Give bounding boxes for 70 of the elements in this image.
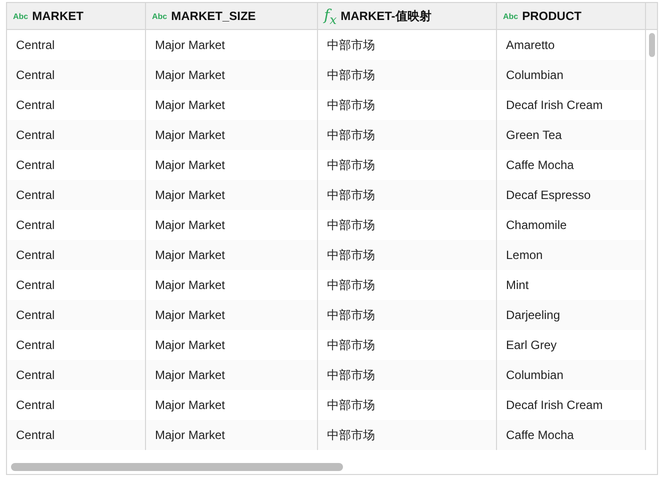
- table-cell: 中部市场: [327, 156, 375, 174]
- table-cell: Central: [16, 158, 55, 172]
- table-cell: Caffe Mocha: [506, 158, 574, 172]
- table-cell: Central: [16, 98, 55, 112]
- table-cell: Major Market: [155, 428, 226, 442]
- table-cell: Major Market: [155, 308, 226, 322]
- table-cell: 中部市场: [327, 426, 375, 444]
- table-cell: Decaf Irish Cream: [506, 98, 603, 112]
- table-cell: Chamomile: [506, 218, 567, 232]
- type-icon: Abc: [503, 12, 518, 20]
- column-label: MARKET_SIZE: [171, 9, 256, 23]
- table-cell: Major Market: [155, 98, 226, 112]
- table-cell: 中部市场: [327, 396, 375, 414]
- table-cell: Central: [16, 308, 55, 322]
- table-cell: Darjeeling: [506, 308, 560, 322]
- table-cell: 中部市场: [327, 216, 375, 234]
- table-cell: Major Market: [155, 278, 226, 292]
- table-cell: Major Market: [155, 188, 226, 202]
- type-icon: Abc: [152, 12, 168, 20]
- table-cell: Central: [16, 68, 55, 82]
- table-cell: Central: [16, 368, 55, 382]
- horizontal-scrollbar[interactable]: [11, 463, 343, 471]
- table-cell: Major Market: [155, 398, 226, 412]
- table-cell: 中部市场: [327, 276, 375, 294]
- type-icon: Abc: [13, 12, 28, 20]
- table-cell: Lemon: [506, 248, 543, 262]
- table-cell: 中部市场: [327, 186, 375, 204]
- table-cell: Major Market: [155, 248, 226, 262]
- column-header[interactable]: Abc PRODUCT: [497, 3, 646, 29]
- table-cell: 中部市场: [327, 306, 375, 324]
- table-cell: Central: [16, 188, 55, 202]
- table-cell: Green Tea: [506, 128, 562, 142]
- column-header[interactable]: Abc MARKET: [7, 3, 146, 29]
- table-cell: Central: [16, 38, 55, 52]
- table-cell: Central: [16, 218, 55, 232]
- table-cell: 中部市场: [327, 66, 375, 84]
- table-cell: Earl Grey: [506, 338, 557, 352]
- table-cell: Major Market: [155, 68, 226, 82]
- table-cell: Amaretto: [506, 38, 555, 52]
- table-cell: Decaf Irish Cream: [506, 398, 603, 412]
- column-label: MARKET: [32, 9, 84, 23]
- table-cell: 中部市场: [327, 246, 375, 264]
- table-cell: Major Market: [155, 218, 226, 232]
- table-cell: Columbian: [506, 368, 564, 382]
- column-label: PRODUCT: [522, 9, 582, 23]
- table-cell: Major Market: [155, 128, 226, 142]
- table-cell: Central: [16, 128, 55, 142]
- table-cell: Decaf Espresso: [506, 188, 591, 202]
- table-cell: Mint: [506, 278, 529, 292]
- column-header[interactable]: Abc MARKET_SIZE: [146, 3, 318, 29]
- table-cell: Columbian: [506, 68, 564, 82]
- table-cell: Central: [16, 248, 55, 262]
- column-header[interactable]: f$_{x}$ MARKET-值映射: [318, 3, 497, 29]
- table-cell: Caffe Mocha: [506, 428, 574, 442]
- vertical-scrollbar[interactable]: [649, 33, 655, 57]
- column-label: MARKET-值映射: [340, 8, 432, 24]
- table-cell: Central: [16, 278, 55, 292]
- table-cell: 中部市场: [327, 96, 375, 114]
- table-cell: Central: [16, 338, 55, 352]
- table-cell: Major Market: [155, 158, 226, 172]
- type-icon: f$_{x}$: [324, 6, 337, 26]
- table-cell: 中部市场: [327, 36, 375, 54]
- table-cell: Central: [16, 428, 55, 442]
- table-cell: Major Market: [155, 38, 226, 52]
- table-cell: Major Market: [155, 368, 226, 382]
- table-cell: Central: [16, 398, 55, 412]
- table-cell: 中部市场: [327, 366, 375, 384]
- table-cell: Major Market: [155, 338, 226, 352]
- table-cell: 中部市场: [327, 336, 375, 354]
- table-cell: 中部市场: [327, 126, 375, 144]
